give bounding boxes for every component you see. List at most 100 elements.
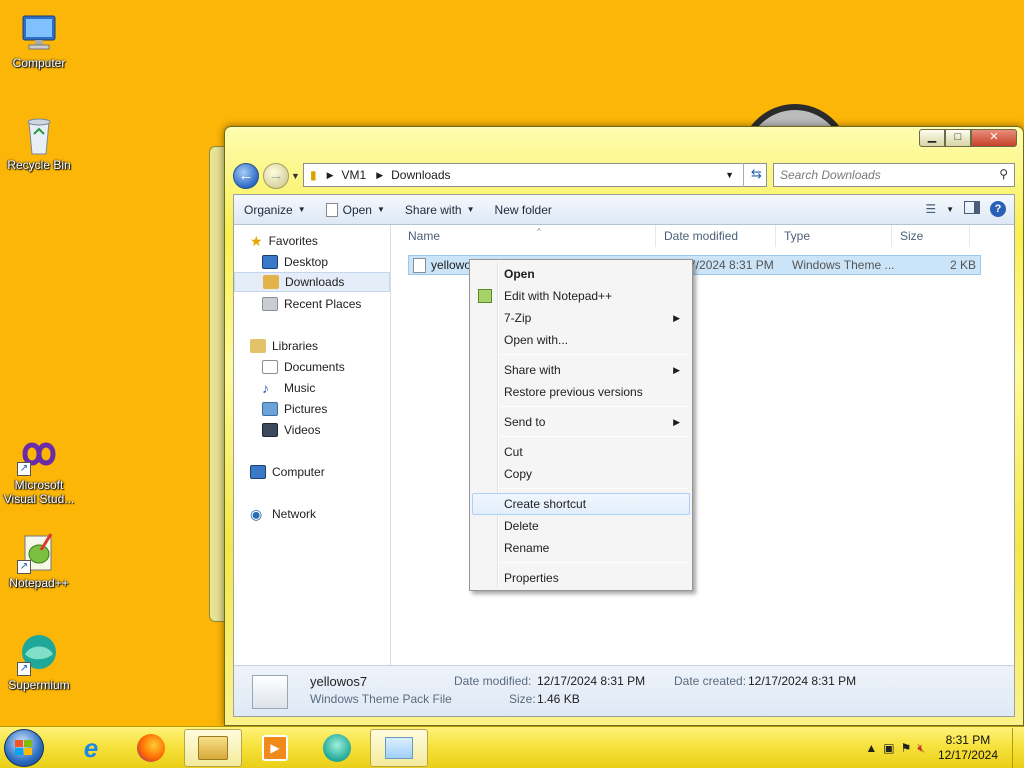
taskbar-open-window[interactable] xyxy=(370,729,428,767)
column-label: Date modified xyxy=(664,229,739,243)
nav-documents[interactable]: Documents xyxy=(262,357,345,377)
column-header-type[interactable]: Type xyxy=(776,225,892,247)
nav-recent-places[interactable]: Recent Places xyxy=(262,294,361,314)
search-input[interactable]: Search Downloads ⚲ xyxy=(773,163,1015,187)
menu-item-restore-previous-versions[interactable]: Restore previous versions xyxy=(472,381,690,403)
desktop-icon-recycle-bin[interactable]: Recycle Bin xyxy=(1,112,77,172)
nav-favorites[interactable]: ★ Favorites xyxy=(250,231,318,251)
show-hidden-icons-button[interactable]: ▲ xyxy=(865,741,877,755)
new-folder-button[interactable]: New folder xyxy=(485,203,562,217)
menu-item-open-with[interactable]: Open with... xyxy=(472,329,690,351)
command-bar: Organize ▼ Open ▼ Share with ▼ New folde… xyxy=(234,195,1014,225)
desktop-icon-label: Recycle Bin xyxy=(7,158,71,172)
breadcrumb-separator-icon[interactable]: ▶ xyxy=(327,170,334,181)
maximize-icon: □ xyxy=(954,131,962,143)
desktop-icon-label: Supermium xyxy=(8,678,70,692)
taskbar-supermium[interactable] xyxy=(308,729,366,767)
file-type: Windows Theme ... xyxy=(792,258,895,272)
menu-separator xyxy=(500,562,688,563)
title-bar[interactable]: ▁ □ ✕ xyxy=(225,127,1023,157)
menu-item-properties[interactable]: Properties xyxy=(472,567,690,589)
details-date-created-label: Date created: xyxy=(674,674,747,688)
details-size: 1.46 KB xyxy=(537,692,580,706)
breadcrumb-downloads[interactable]: Downloads xyxy=(391,168,450,182)
back-button[interactable]: ← xyxy=(233,163,259,189)
minimize-button[interactable]: ▁ xyxy=(919,129,945,147)
nav-label: Music xyxy=(284,381,316,395)
recycle-bin-icon xyxy=(17,112,61,156)
menu-item-copy[interactable]: Copy xyxy=(472,463,690,485)
start-button[interactable] xyxy=(4,729,44,767)
search-icon[interactable]: ⚲ xyxy=(999,167,1008,181)
taskbar-firefox[interactable] xyxy=(122,729,180,767)
open-label: Open xyxy=(342,202,372,217)
menu-label: Create shortcut xyxy=(504,497,587,511)
toolbar-right: ☰ ▼ ? xyxy=(925,201,1006,217)
view-dropdown-icon[interactable]: ▼ xyxy=(946,205,954,214)
network-status-icon[interactable]: ▣ xyxy=(883,741,894,755)
refresh-button[interactable]: ⇆ xyxy=(743,163,769,187)
nav-pictures[interactable]: Pictures xyxy=(262,399,327,419)
desktop-icon-notepad-plus-plus[interactable]: ↗ Notepad++ xyxy=(1,530,77,590)
recent-places-icon xyxy=(262,297,278,311)
refresh-icon: ⇆ xyxy=(751,166,762,181)
shortcut-arrow-icon: ↗ xyxy=(17,560,31,574)
nav-libraries[interactable]: Libraries xyxy=(250,336,318,356)
details-file-type: Windows Theme Pack File xyxy=(310,692,452,706)
context-menu[interactable]: Open Edit with Notepad++ 7-Zip ▶ Open wi… xyxy=(469,259,693,591)
open-button[interactable]: Open ▼ xyxy=(316,202,395,217)
desktop-icon-supermium[interactable]: ↗ Supermium xyxy=(1,632,77,692)
menu-item-send-to[interactable]: Send to ▶ xyxy=(472,411,690,433)
desktop-icon-visual-studio[interactable]: ↗ Microsoft Visual Stud... xyxy=(1,432,77,506)
taskbar-internet-explorer[interactable]: e xyxy=(62,729,120,767)
menu-item-7-zip[interactable]: 7-Zip ▶ xyxy=(472,307,690,329)
column-header-size[interactable]: Size xyxy=(892,225,970,247)
desktop-icon-computer[interactable]: Computer xyxy=(1,10,77,70)
nav-music[interactable]: ♪ Music xyxy=(262,378,315,398)
taskbar-clock[interactable]: 8:31 PM 12/17/2024 xyxy=(938,733,998,763)
nav-computer[interactable]: Computer xyxy=(250,462,325,482)
address-bar[interactable]: ▮ ▶ VM1 ▶ Downloads ▼ xyxy=(303,163,767,187)
file-size: 2 KB xyxy=(949,258,976,272)
share-with-button[interactable]: Share with ▼ xyxy=(395,203,485,217)
help-button[interactable]: ? xyxy=(990,201,1006,217)
change-view-button[interactable]: ☰ xyxy=(925,202,936,216)
recent-pages-dropdown[interactable]: ▼ xyxy=(291,171,300,181)
address-dropdown-icon[interactable]: ▼ xyxy=(725,170,734,180)
nav-downloads[interactable]: Downloads xyxy=(234,272,390,292)
forward-button[interactable]: → xyxy=(263,163,289,189)
pictures-icon xyxy=(262,402,278,416)
menu-item-delete[interactable]: Delete xyxy=(472,515,690,537)
show-desktop-button[interactable] xyxy=(1012,728,1024,768)
maximize-button[interactable]: □ xyxy=(945,129,971,147)
close-button[interactable]: ✕ xyxy=(971,129,1017,147)
menu-item-open[interactable]: Open xyxy=(472,263,690,285)
breadcrumb-vm1[interactable]: VM1 xyxy=(342,168,367,182)
nav-label: Network xyxy=(272,507,317,521)
videos-icon xyxy=(262,423,278,437)
nav-desktop[interactable]: Desktop xyxy=(262,252,328,272)
preview-pane-button[interactable] xyxy=(964,201,980,217)
share-with-label: Share with xyxy=(404,202,462,217)
desktop-icon-label: Microsoft Visual Stud... xyxy=(3,478,75,506)
nav-label: Desktop xyxy=(284,255,329,269)
column-header-name[interactable]: Name ^ xyxy=(400,225,656,247)
libraries-icon xyxy=(250,339,266,353)
menu-item-cut[interactable]: Cut xyxy=(472,441,690,463)
taskbar-explorer[interactable] xyxy=(184,729,242,767)
action-center-flag-icon[interactable]: ⚑ xyxy=(901,741,912,755)
menu-item-create-shortcut[interactable]: Create shortcut xyxy=(472,493,690,515)
column-header-date-modified[interactable]: Date modified xyxy=(656,225,776,247)
menu-label: Copy xyxy=(504,467,533,481)
nav-network[interactable]: ◉ Network xyxy=(250,504,316,524)
folder-icon: ▮ xyxy=(310,168,317,182)
volume-muted-icon[interactable]: 🔇︎ xyxy=(917,741,925,756)
menu-item-rename[interactable]: Rename xyxy=(472,537,690,559)
menu-item-edit-with-notepad-plus-plus[interactable]: Edit with Notepad++ xyxy=(472,285,690,307)
breadcrumb-separator-icon[interactable]: ▶ xyxy=(376,170,383,181)
details-date-modified-label: Date modified: xyxy=(454,674,532,688)
taskbar-media-player[interactable]: ▶ xyxy=(246,729,304,767)
menu-item-share-with[interactable]: Share with ▶ xyxy=(472,359,690,381)
organize-button[interactable]: Organize ▼ xyxy=(234,203,316,217)
nav-videos[interactable]: Videos xyxy=(262,420,320,440)
